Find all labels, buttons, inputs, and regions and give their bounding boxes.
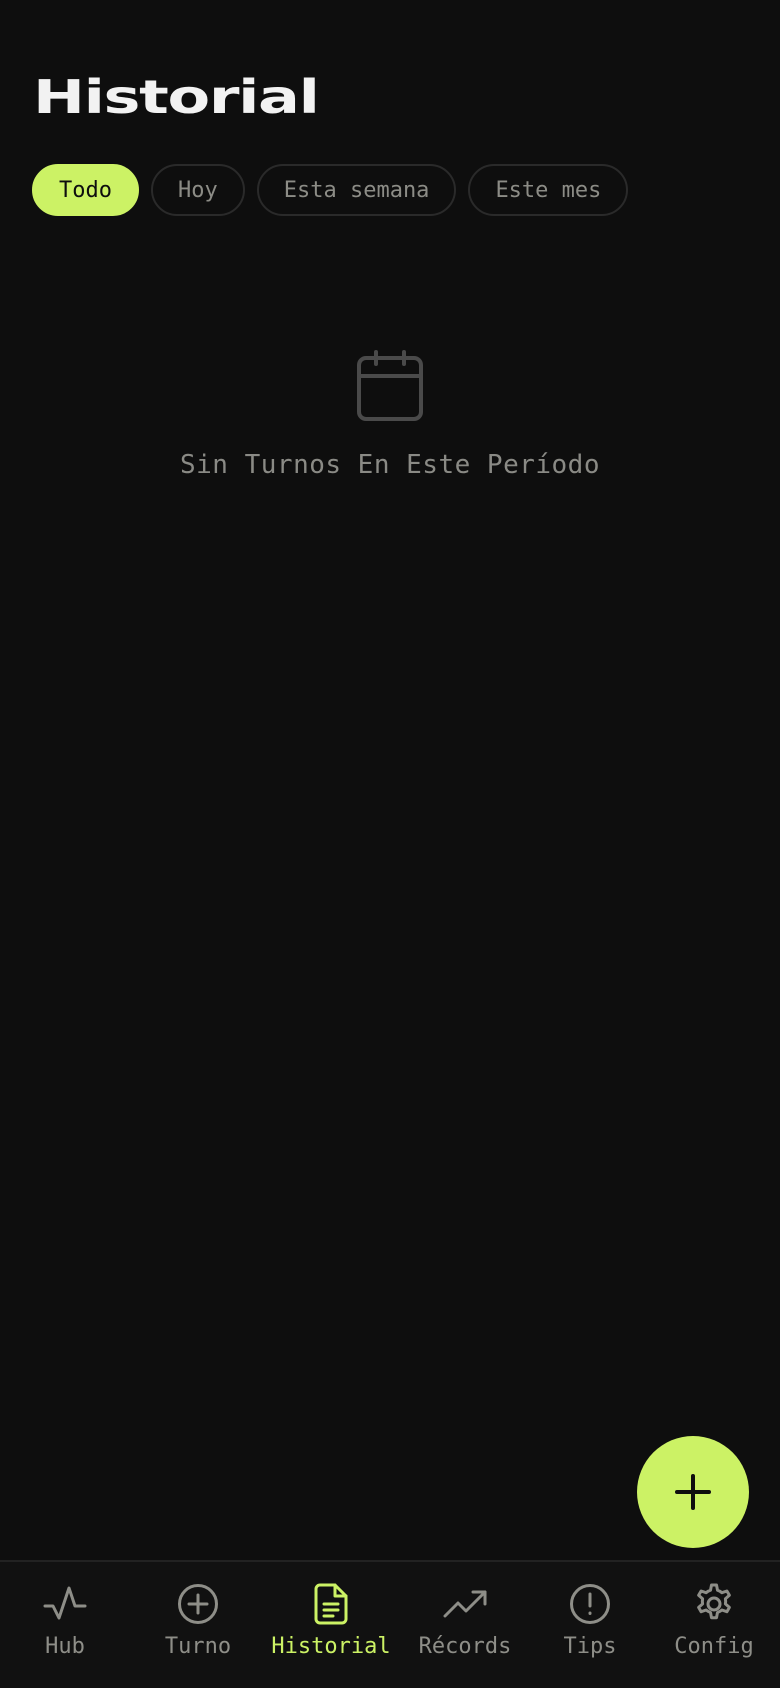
nav-item-historial[interactable]: Historial — [266, 1582, 396, 1659]
document-icon — [314, 1583, 348, 1625]
filter-chip-hoy[interactable]: Hoy — [150, 164, 245, 216]
filter-chip-todo[interactable]: Todo — [32, 164, 139, 216]
activity-icon — [43, 1586, 87, 1620]
calendar-icon — [357, 350, 423, 421]
nav-item-tips[interactable]: Tips — [525, 1582, 655, 1659]
nav-item-hub[interactable]: Hub — [0, 1582, 130, 1659]
nav-item-turno[interactable]: Turno — [133, 1582, 263, 1659]
nav-label-records: Récords — [418, 1634, 512, 1659]
page-title: Historial — [33, 70, 320, 124]
alert-circle-icon — [570, 1584, 610, 1624]
nav-label-tips: Tips — [563, 1634, 617, 1659]
nav-label-hub: Hub — [45, 1634, 85, 1659]
empty-state-message: Sin Turnos En Este Período — [180, 450, 600, 480]
bottom-navigation: Hub Turno Historial Récords Tips Config — [0, 1560, 780, 1688]
nav-item-records[interactable]: Récords — [400, 1582, 530, 1659]
filter-chip-row: Todo Hoy Esta semana Este mes — [32, 164, 629, 216]
add-shift-button[interactable] — [637, 1436, 749, 1548]
plus-circle-icon — [178, 1584, 218, 1624]
trending-up-icon — [443, 1590, 487, 1618]
empty-state: Sin Turnos En Este Período — [0, 350, 780, 480]
filter-chip-esta-semana[interactable]: Esta semana — [256, 164, 457, 216]
plus-icon — [675, 1474, 711, 1510]
nav-label-turno: Turno — [164, 1634, 232, 1659]
gear-icon — [697, 1583, 731, 1620]
nav-item-config[interactable]: Config — [649, 1582, 779, 1659]
filter-chip-este-mes[interactable]: Este mes — [468, 164, 629, 216]
nav-label-config: Config — [674, 1634, 754, 1659]
nav-label-historial: Historial — [271, 1634, 391, 1659]
